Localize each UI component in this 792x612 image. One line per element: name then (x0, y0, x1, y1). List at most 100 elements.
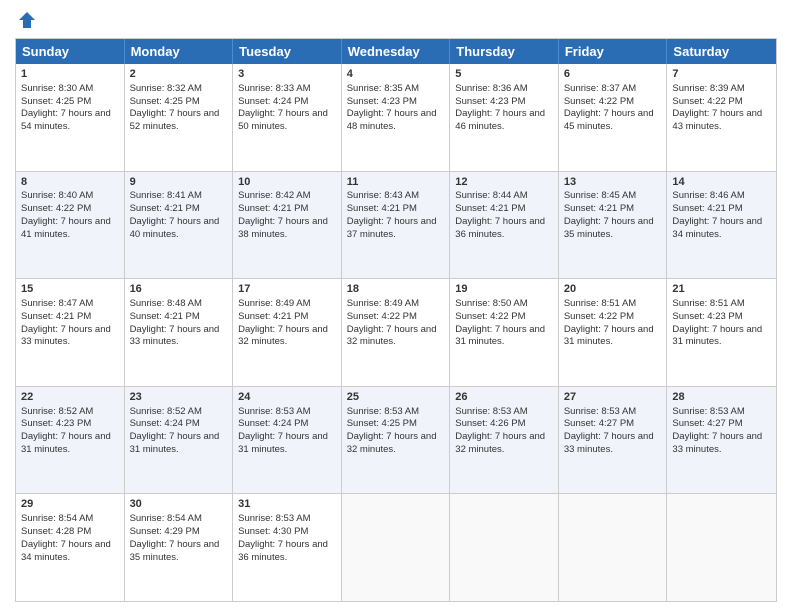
sunrise-text: Sunrise: 8:53 AM (347, 406, 419, 417)
day-cell-27: 27 Sunrise: 8:53 AM Sunset: 4:27 PM Dayl… (559, 387, 668, 494)
daylight-text: Daylight: 7 hours and 33 minutes. (564, 431, 654, 455)
header (15, 10, 777, 30)
sunset-text: Sunset: 4:27 PM (672, 418, 742, 429)
daylight-text: Daylight: 7 hours and 34 minutes. (21, 539, 111, 563)
sunrise-text: Sunrise: 8:47 AM (21, 298, 93, 309)
day-number: 3 (238, 67, 336, 82)
sunrise-text: Sunrise: 8:41 AM (130, 190, 202, 201)
day-cell-19: 19 Sunrise: 8:50 AM Sunset: 4:22 PM Dayl… (450, 279, 559, 386)
day-number: 24 (238, 390, 336, 405)
day-number: 14 (672, 175, 771, 190)
daylight-text: Daylight: 7 hours and 31 minutes. (21, 431, 111, 455)
day-cell-2: 2 Sunrise: 8:32 AM Sunset: 4:25 PM Dayli… (125, 64, 234, 171)
daylight-text: Daylight: 7 hours and 36 minutes. (455, 216, 545, 240)
daylight-text: Daylight: 7 hours and 35 minutes. (564, 216, 654, 240)
header-cell-saturday: Saturday (667, 39, 776, 64)
sunset-text: Sunset: 4:24 PM (238, 96, 308, 107)
logo-icon (17, 10, 37, 30)
daylight-text: Daylight: 7 hours and 52 minutes. (130, 108, 220, 132)
sunrise-text: Sunrise: 8:53 AM (238, 406, 310, 417)
logo (15, 10, 37, 30)
sunrise-text: Sunrise: 8:53 AM (564, 406, 636, 417)
calendar-header: SundayMondayTuesdayWednesdayThursdayFrid… (16, 39, 776, 64)
day-cell-30: 30 Sunrise: 8:54 AM Sunset: 4:29 PM Dayl… (125, 494, 234, 601)
day-number: 11 (347, 175, 445, 190)
day-cell-10: 10 Sunrise: 8:42 AM Sunset: 4:21 PM Dayl… (233, 172, 342, 279)
daylight-text: Daylight: 7 hours and 50 minutes. (238, 108, 328, 132)
day-number: 2 (130, 67, 228, 82)
calendar-row-3: 22 Sunrise: 8:52 AM Sunset: 4:23 PM Dayl… (16, 386, 776, 494)
sunset-text: Sunset: 4:22 PM (564, 96, 634, 107)
day-cell-12: 12 Sunrise: 8:44 AM Sunset: 4:21 PM Dayl… (450, 172, 559, 279)
day-number: 20 (564, 282, 662, 297)
header-cell-friday: Friday (559, 39, 668, 64)
day-cell-6: 6 Sunrise: 8:37 AM Sunset: 4:22 PM Dayli… (559, 64, 668, 171)
sunrise-text: Sunrise: 8:30 AM (21, 83, 93, 94)
day-number: 16 (130, 282, 228, 297)
sunset-text: Sunset: 4:25 PM (21, 96, 91, 107)
daylight-text: Daylight: 7 hours and 32 minutes. (347, 324, 437, 348)
sunset-text: Sunset: 4:21 PM (238, 203, 308, 214)
sunrise-text: Sunrise: 8:33 AM (238, 83, 310, 94)
daylight-text: Daylight: 7 hours and 34 minutes. (672, 216, 762, 240)
header-cell-monday: Monday (125, 39, 234, 64)
day-cell-20: 20 Sunrise: 8:51 AM Sunset: 4:22 PM Dayl… (559, 279, 668, 386)
sunrise-text: Sunrise: 8:46 AM (672, 190, 744, 201)
day-cell-4: 4 Sunrise: 8:35 AM Sunset: 4:23 PM Dayli… (342, 64, 451, 171)
daylight-text: Daylight: 7 hours and 32 minutes. (238, 324, 328, 348)
sunrise-text: Sunrise: 8:42 AM (238, 190, 310, 201)
day-number: 6 (564, 67, 662, 82)
sunset-text: Sunset: 4:21 PM (564, 203, 634, 214)
day-number: 9 (130, 175, 228, 190)
calendar-row-1: 8 Sunrise: 8:40 AM Sunset: 4:22 PM Dayli… (16, 171, 776, 279)
sunset-text: Sunset: 4:21 PM (672, 203, 742, 214)
daylight-text: Daylight: 7 hours and 40 minutes. (130, 216, 220, 240)
daylight-text: Daylight: 7 hours and 31 minutes. (130, 431, 220, 455)
daylight-text: Daylight: 7 hours and 31 minutes. (238, 431, 328, 455)
daylight-text: Daylight: 7 hours and 33 minutes. (130, 324, 220, 348)
day-cell-21: 21 Sunrise: 8:51 AM Sunset: 4:23 PM Dayl… (667, 279, 776, 386)
sunrise-text: Sunrise: 8:37 AM (564, 83, 636, 94)
day-number: 21 (672, 282, 771, 297)
day-cell-16: 16 Sunrise: 8:48 AM Sunset: 4:21 PM Dayl… (125, 279, 234, 386)
sunset-text: Sunset: 4:27 PM (564, 418, 634, 429)
daylight-text: Daylight: 7 hours and 33 minutes. (21, 324, 111, 348)
sunrise-text: Sunrise: 8:49 AM (347, 298, 419, 309)
sunrise-text: Sunrise: 8:53 AM (238, 513, 310, 524)
empty-cell (559, 494, 668, 601)
day-cell-26: 26 Sunrise: 8:53 AM Sunset: 4:26 PM Dayl… (450, 387, 559, 494)
sunrise-text: Sunrise: 8:48 AM (130, 298, 202, 309)
day-cell-8: 8 Sunrise: 8:40 AM Sunset: 4:22 PM Dayli… (16, 172, 125, 279)
sunset-text: Sunset: 4:25 PM (130, 96, 200, 107)
day-number: 25 (347, 390, 445, 405)
day-cell-22: 22 Sunrise: 8:52 AM Sunset: 4:23 PM Dayl… (16, 387, 125, 494)
day-number: 26 (455, 390, 553, 405)
day-cell-18: 18 Sunrise: 8:49 AM Sunset: 4:22 PM Dayl… (342, 279, 451, 386)
daylight-text: Daylight: 7 hours and 33 minutes. (672, 431, 762, 455)
sunset-text: Sunset: 4:26 PM (455, 418, 525, 429)
daylight-text: Daylight: 7 hours and 31 minutes. (564, 324, 654, 348)
sunset-text: Sunset: 4:23 PM (672, 311, 742, 322)
calendar: SundayMondayTuesdayWednesdayThursdayFrid… (15, 38, 777, 602)
day-number: 27 (564, 390, 662, 405)
sunrise-text: Sunrise: 8:44 AM (455, 190, 527, 201)
header-cell-wednesday: Wednesday (342, 39, 451, 64)
sunrise-text: Sunrise: 8:40 AM (21, 190, 93, 201)
sunset-text: Sunset: 4:28 PM (21, 526, 91, 537)
day-number: 17 (238, 282, 336, 297)
day-number: 31 (238, 497, 336, 512)
header-cell-thursday: Thursday (450, 39, 559, 64)
sunset-text: Sunset: 4:21 PM (130, 311, 200, 322)
day-cell-11: 11 Sunrise: 8:43 AM Sunset: 4:21 PM Dayl… (342, 172, 451, 279)
sunset-text: Sunset: 4:21 PM (347, 203, 417, 214)
day-cell-1: 1 Sunrise: 8:30 AM Sunset: 4:25 PM Dayli… (16, 64, 125, 171)
day-cell-29: 29 Sunrise: 8:54 AM Sunset: 4:28 PM Dayl… (16, 494, 125, 601)
sunrise-text: Sunrise: 8:39 AM (672, 83, 744, 94)
daylight-text: Daylight: 7 hours and 41 minutes. (21, 216, 111, 240)
empty-cell (450, 494, 559, 601)
sunset-text: Sunset: 4:29 PM (130, 526, 200, 537)
sunset-text: Sunset: 4:30 PM (238, 526, 308, 537)
sunset-text: Sunset: 4:23 PM (21, 418, 91, 429)
sunrise-text: Sunrise: 8:43 AM (347, 190, 419, 201)
sunrise-text: Sunrise: 8:50 AM (455, 298, 527, 309)
